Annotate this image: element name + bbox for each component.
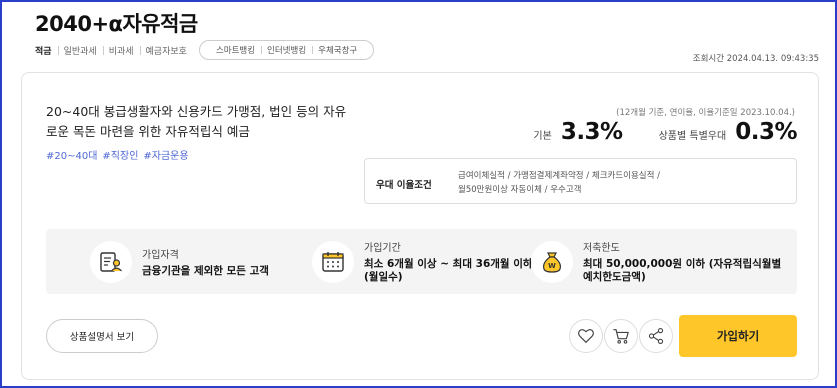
lookup-time: 조회시간 2024.04.13. 09:43:35 [692, 54, 819, 64]
info-value: 금융기관을 제외한 모든 고객 [142, 264, 269, 277]
document-person-icon [90, 240, 132, 283]
info-label: 가입자격 [142, 249, 179, 261]
product-manual-button[interactable]: 상품설명서 보기 [46, 319, 158, 353]
heart-icon[interactable] [569, 319, 603, 353]
hashtag-list: #20~40대 #직장인 #자금운용 [46, 147, 189, 162]
product-title: 2040+α자유적금 [35, 12, 198, 36]
tag-tax-free: 비과세 [102, 44, 140, 57]
channel-pill: 스마트뱅킹 인터넷뱅킹 우체국창구 [198, 40, 375, 60]
tag-deposit-protection: 예금자보호 [139, 44, 193, 57]
rate-summary: 기본 3.3% 상품별 특별우대 0.3% [533, 119, 797, 145]
join-button[interactable]: 가입하기 [679, 315, 797, 357]
hashtag[interactable]: #직장인 [102, 147, 138, 162]
tag-general-tax: 일반과세 [57, 44, 103, 57]
preferential-items: 급여이체실적 / 가맹점결제계좌약정 / 체크카드이용실적 / 월50만원이상 … [458, 171, 661, 195]
info-label: 가입기간 [364, 243, 401, 254]
info-value: 최소 6개월 이상 ~ 최대 36개월 이하(월일수) [364, 258, 533, 283]
calendar-icon [312, 240, 354, 283]
hashtag[interactable]: #자금운용 [143, 147, 188, 162]
svg-text:W: W [548, 262, 556, 270]
info-period: 가입기간 최소 6개월 이상 ~ 최대 36개월 이하(월일수) [312, 229, 534, 294]
base-rate-label: 기본 [533, 131, 552, 142]
pref-item: 월50만원이상 자동이체 [458, 185, 542, 195]
hashtag[interactable]: #20~40대 [46, 147, 97, 162]
channel-post-office: 우체국창구 [312, 44, 363, 56]
product-description: 20~40대 봉급생활자와 신용카드 가맹점, 법인 등의 자유로운 목돈 마련… [46, 104, 347, 139]
info-eligibility: 가입자격 금융기관을 제외한 모든 고객 [90, 229, 312, 294]
info-value: 최대 50,000,000원 이하 (자유적립식월별예치한도금액) [583, 258, 782, 283]
special-rate-label: 상품별 특별우대 [658, 131, 727, 142]
pref-item: 우수고객 [550, 185, 582, 195]
preferential-label: 우대 이율조건 [376, 180, 432, 191]
info-label: 저축한도 [583, 243, 620, 254]
preferential-conditions: 우대 이율조건 급여이체실적 / 가맹점결제계좌약정 / 체크카드이용실적 / … [364, 158, 797, 204]
special-rate-value: 0.3% [735, 119, 797, 145]
info-limit: W 저축한도 최대 50,000,000원 이하 (자유적립식월별예치한도금액) [531, 229, 783, 294]
pref-item: 가맹점결제계좌약정 [513, 171, 584, 181]
pref-item: 급여이체실적 [458, 171, 505, 181]
key-info-panel: 가입자격 금융기관을 제외한 모든 고객 가입기간 최소 6개월 이상 ~ 최대… [46, 229, 797, 294]
base-rate-value: 3.3% [560, 119, 623, 145]
channel-internet-banking: 인터넷뱅킹 [261, 44, 312, 56]
channel-smart-banking: 스마트뱅킹 [215, 46, 256, 56]
share-icon[interactable] [639, 319, 673, 353]
tag-savings: 적금 [35, 46, 52, 57]
money-bag-icon: W [531, 240, 573, 283]
cart-icon[interactable] [604, 319, 638, 353]
pref-item: 체크카드이용실적 [591, 171, 655, 181]
rate-basis: (12개월 기준, 연이율, 이율기준일 2023.10.04.) [616, 108, 795, 118]
product-tags: 적금 일반과세 비과세 예금자보호 스마트뱅킹 인터넷뱅킹 우체국창구 [35, 40, 375, 60]
